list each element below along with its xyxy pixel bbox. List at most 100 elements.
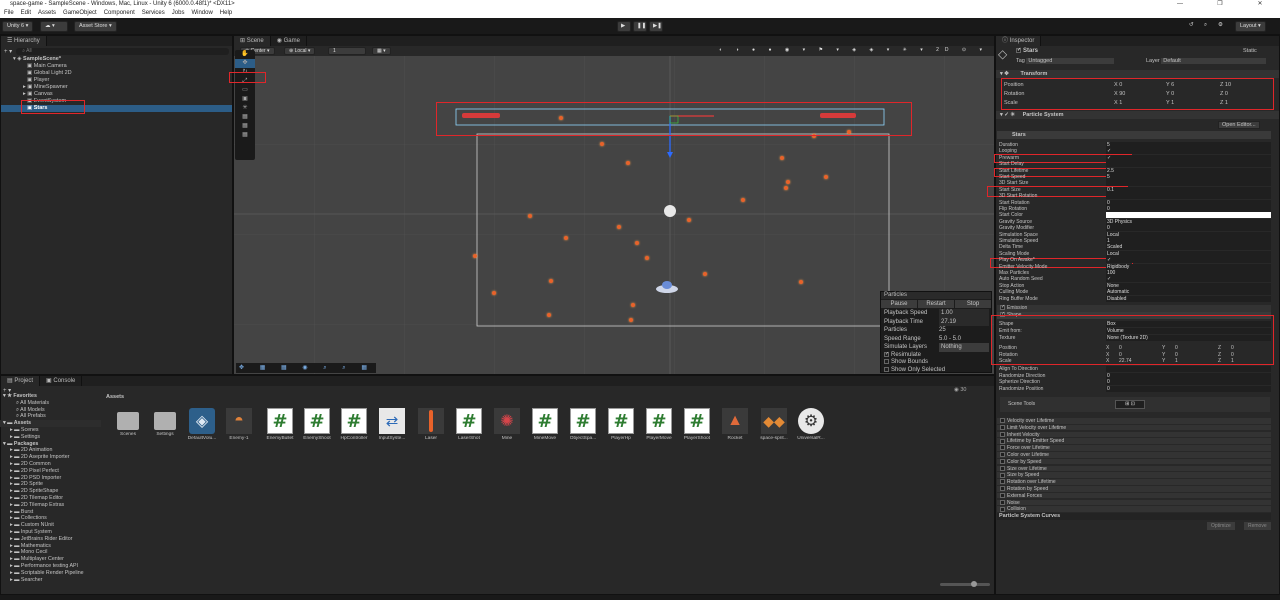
param-field-stop-action[interactable]: None — [1106, 282, 1271, 289]
asset-item[interactable]: Laser — [413, 408, 449, 441]
object-name-field[interactable]: Stars — [1023, 48, 1038, 54]
hierarchy-item-player[interactable]: ▣ Player — [1, 77, 232, 84]
layer-dropdown[interactable]: Default — [1161, 58, 1267, 64]
asset-item[interactable]: # PlayerMove — [641, 408, 677, 441]
asset-item[interactable]: # ObjectSpa... — [565, 408, 601, 441]
tab-scene[interactable]: ⊞ Scene — [234, 36, 271, 46]
favorites-header[interactable]: ▾ ★ Favorites — [0, 393, 101, 400]
tab-project[interactable]: ▤ Project — [1, 376, 41, 386]
playback-speed-field[interactable]: 1.00 — [939, 309, 989, 318]
asset-item[interactable]: # LaserShot — [451, 408, 487, 441]
module-collision[interactable]: Collision — [997, 506, 1271, 513]
package-item[interactable]: ▸ ▬ 2D Aseprite Importer — [0, 454, 101, 461]
favorite-item[interactable]: ⌕ All Prefabs — [0, 413, 101, 420]
module-inherit-velocity-checkbox[interactable] — [1000, 431, 1005, 437]
resimulate-toggle[interactable]: ✓ Resimulate — [881, 351, 991, 360]
module-noise[interactable]: Noise — [997, 499, 1271, 507]
package-item[interactable]: ▸ ▬ Burst — [0, 509, 101, 516]
main-module-header[interactable]: Stars — [997, 131, 1271, 139]
module-external-forces[interactable]: External Forces — [997, 492, 1271, 500]
asset-item[interactable]: ◓ Enemy-1 — [221, 408, 257, 441]
particle-system-header[interactable]: ▾ ✓ ✳ Particle System — [996, 111, 1279, 119]
package-item[interactable]: ▸ ▬ Custom NUnit — [0, 522, 101, 529]
param-field-start-rotation[interactable]: 0 — [1106, 199, 1271, 206]
package-item[interactable]: ▸ ▬ Mono Cecil — [0, 549, 101, 556]
show-bounds-checkbox[interactable] — [884, 359, 889, 364]
package-item[interactable]: ▸ ▬ 2D PSD Importer — [0, 475, 101, 482]
module-rotation-over-lifetime-checkbox[interactable] — [1000, 479, 1005, 485]
add-icon[interactable]: + ▾ — [4, 48, 12, 55]
package-item[interactable]: ▸ ▬ Multiplayer Center — [0, 556, 101, 563]
module-force-over-lifetime[interactable]: Force over Lifetime — [997, 445, 1271, 452]
shape-scale-x-field[interactable]: 22.74 — [1119, 358, 1132, 365]
param-field-simulation-speed[interactable]: 1 — [1106, 238, 1271, 244]
param-field-duration[interactable]: 5 — [1106, 142, 1271, 148]
param-field-max-particles[interactable]: 100 — [1106, 270, 1271, 276]
account-button[interactable]: Unity 6 ▾ — [2, 21, 34, 32]
tab-inspector[interactable]: ⓘ Inspector — [996, 36, 1042, 46]
menu-assets[interactable]: Assets — [38, 9, 56, 18]
param-field-emitter-velocity-mode[interactable]: Rigidbody — [1106, 263, 1271, 270]
cloud-button[interactable]: ☁ ▾ — [40, 21, 68, 32]
param-field-start-color[interactable] — [1106, 212, 1271, 219]
asset-item[interactable]: # EnemyShoot — [299, 408, 335, 441]
module-external-forces-checkbox[interactable] — [1000, 492, 1005, 498]
package-item[interactable]: ▸ ▬ 2D Sprite — [0, 481, 101, 488]
icon-size-slider[interactable] — [940, 583, 990, 586]
shape-field-spherize-direction[interactable]: 0 — [1106, 379, 1271, 386]
param-field-start-lifetime[interactable]: 2.5 — [1106, 167, 1271, 174]
menu-help[interactable]: Help — [220, 9, 232, 18]
module-rotation-over-lifetime[interactable]: Rotation over Lifetime — [997, 479, 1271, 486]
emission-checkbox[interactable]: ✓ — [1000, 305, 1005, 311]
hierarchy-search-input[interactable]: ⌕ All — [16, 47, 229, 55]
remove-button[interactable]: Remove — [1244, 522, 1271, 530]
module-rotation-by-speed-checkbox[interactable] — [1000, 486, 1005, 492]
param-field-gravity-modifier[interactable]: 0 — [1106, 225, 1271, 232]
tool-hand-icon[interactable]: ✋ — [235, 50, 255, 59]
minimize-button[interactable]: — — [1160, 0, 1200, 9]
show-bounds-toggle[interactable]: Show Bounds — [881, 359, 991, 367]
package-item[interactable]: ▸ ▬ 2D Tilemap Editor — [0, 495, 101, 502]
simulate-layers-dropdown[interactable]: Nothing — [939, 343, 989, 352]
module-size-by-speed-checkbox[interactable] — [1000, 472, 1005, 478]
module-velocity-over-lifetime[interactable]: Velocity over Lifetime — [997, 418, 1271, 425]
asset-item[interactable]: # MineMove — [527, 408, 563, 441]
space-dropdown[interactable]: ⊕ Local ▾ — [284, 47, 316, 55]
asset-item[interactable]: Scenes — [110, 408, 146, 437]
menu-services[interactable]: Services — [142, 9, 165, 18]
shape-scale-z-field[interactable]: 1 — [1231, 358, 1234, 365]
tool-transform-icon[interactable]: ▣ — [235, 95, 255, 104]
open-editor-button[interactable]: Open Editor... — [1218, 121, 1260, 129]
layout-dropdown[interactable]: Layout ▾ — [1235, 21, 1266, 32]
param-field-prewarm[interactable]: ✓ — [1106, 154, 1271, 161]
close-button[interactable]: ✕ — [1240, 0, 1280, 9]
param-field-play-on-awake[interactable]: ✓ — [1106, 257, 1271, 264]
module-noise-checkbox[interactable] — [1000, 499, 1005, 505]
package-item[interactable]: ▸ ▬ 2D SpriteShape — [0, 488, 101, 495]
param-field-culling-mode[interactable]: Automatic — [1106, 289, 1271, 296]
tool-grid-icon[interactable]: ▦ — [235, 113, 255, 122]
show-only-selected-checkbox[interactable] — [884, 366, 889, 372]
hierarchy-item-canvas[interactable]: ▸ ▣ Canvas — [1, 91, 232, 98]
package-item[interactable]: ▸ ▬ 2D Pixel Perfect — [0, 468, 101, 475]
tool-move-icon[interactable]: ✥ — [235, 59, 255, 68]
packages-folder[interactable]: ▾ ▬ Packages — [0, 441, 101, 448]
assets-subfolder[interactable]: ▸ ▬ Scenes — [0, 427, 101, 434]
param-field-3d-start-size[interactable] — [1106, 180, 1271, 187]
param-field-gravity-source[interactable]: 3D Physics — [1106, 218, 1271, 225]
shape-field-shape[interactable]: Box — [1106, 321, 1271, 327]
asset-item[interactable]: ✺ Mine — [489, 408, 525, 441]
module-limit-velocity-over-lifetime[interactable]: Limit Velocity over Lifetime — [997, 424, 1271, 432]
asset-item[interactable]: # PlayerHp — [603, 408, 639, 441]
module-color-over-lifetime-checkbox[interactable] — [1000, 452, 1005, 458]
package-item[interactable]: ▸ ▬ 2D Tilemap Extras — [0, 502, 101, 509]
particle-system-curves-header[interactable]: Particle System Curves — [997, 513, 1271, 520]
grid-snap-field[interactable]: 1 — [328, 47, 366, 55]
module-rotation-by-speed[interactable]: Rotation by Speed — [997, 486, 1271, 493]
module-color-over-lifetime[interactable]: Color over Lifetime — [997, 452, 1271, 459]
object-active-checkbox[interactable]: ✓ — [1016, 48, 1021, 53]
asset-item[interactable]: # PlayerShoot — [679, 408, 715, 441]
scene-root[interactable]: ▾ ◈ SampleScene* — [1, 56, 232, 63]
asset-item[interactable]: ◈ DefaultVolu... — [184, 408, 220, 441]
hierarchy-item-minespawner[interactable]: ▸ ▣ MineSpawner — [1, 84, 232, 91]
